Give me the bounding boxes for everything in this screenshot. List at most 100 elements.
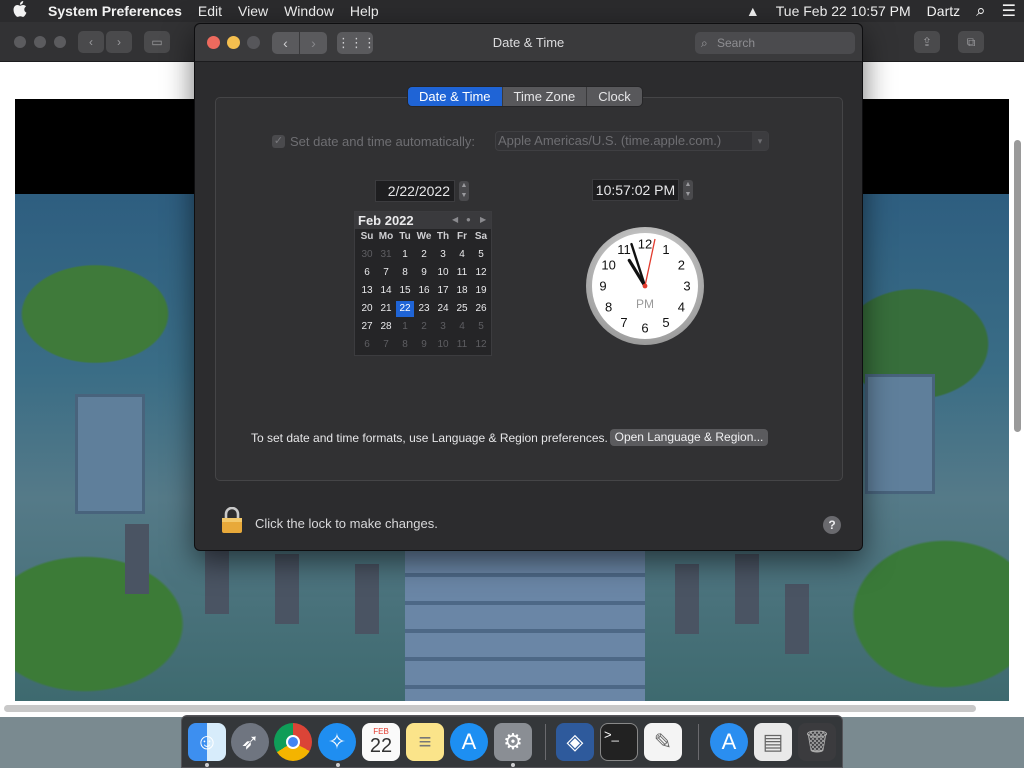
notes-icon[interactable]: ≡ xyxy=(406,723,444,761)
calendar-day[interactable]: 7 xyxy=(377,337,395,353)
calendar-day[interactable]: 10 xyxy=(434,337,452,353)
calendar-day[interactable]: 17 xyxy=(434,283,452,299)
search-field[interactable]: ⌕ Search xyxy=(695,32,855,54)
clock-center xyxy=(642,283,648,289)
villager-figure xyxy=(275,554,299,624)
system-preferences-icon[interactable]: ⚙ xyxy=(494,723,532,761)
calendar-day[interactable]: 4 xyxy=(453,319,471,335)
calendar-day[interactable]: 6 xyxy=(358,265,376,281)
calendar-day[interactable]: 8 xyxy=(396,265,414,281)
calendar-day[interactable]: 26 xyxy=(472,301,490,317)
terminal-icon[interactable]: >_ xyxy=(600,723,638,761)
open-language-region-button[interactable]: Open Language & Region... xyxy=(610,429,768,446)
calendar-day[interactable]: 20 xyxy=(358,301,376,317)
tab-time-zone[interactable]: Time Zone xyxy=(502,87,588,106)
apple-icon[interactable] xyxy=(0,0,40,22)
menubar-clock[interactable]: Tue Feb 22 10:57 PM xyxy=(768,3,919,19)
bg-forward-icon[interactable]: › xyxy=(106,31,132,53)
bg-back-icon[interactable]: ‹ xyxy=(78,31,104,53)
virtualbox-icon[interactable]: ◈ xyxy=(556,723,594,761)
finder-icon[interactable]: ☺ xyxy=(188,723,226,761)
next-month-icon[interactable]: ▶ xyxy=(480,215,486,224)
calendar-icon[interactable]: FEB 22 xyxy=(362,723,400,761)
calendar-day[interactable]: 1 xyxy=(396,247,414,263)
eject-icon[interactable]: ▲ xyxy=(738,3,768,19)
calendar-day[interactable]: 30 xyxy=(358,247,376,263)
calendar-day[interactable]: 4 xyxy=(453,247,471,263)
calendar-day[interactable]: 12 xyxy=(472,265,490,281)
bg-close-button[interactable] xyxy=(14,36,26,48)
app-store-download-icon[interactable]: A xyxy=(710,723,748,761)
today-icon[interactable]: ● xyxy=(466,215,471,224)
calendar-day[interactable]: 2 xyxy=(415,247,433,263)
calendar-day[interactable]: 18 xyxy=(453,283,471,299)
clock-number: 2 xyxy=(678,258,685,273)
calendar-day[interactable]: 31 xyxy=(377,247,395,263)
horizontal-scrollbar[interactable] xyxy=(4,705,976,712)
calendar-day[interactable]: 9 xyxy=(415,337,433,353)
weekday-header: We xyxy=(416,231,432,242)
calendar-day[interactable]: 15 xyxy=(396,283,414,299)
textedit-icon[interactable]: ✎ xyxy=(644,723,682,761)
calendar-day[interactable]: 5 xyxy=(472,319,490,335)
trash-icon[interactable]: 🗑 xyxy=(798,723,836,761)
calendar-day[interactable]: 19 xyxy=(472,283,490,299)
launchpad-icon[interactable]: ➶ xyxy=(231,723,269,761)
calendar-day[interactable]: 14 xyxy=(377,283,395,299)
calendar-day[interactable]: 13 xyxy=(358,283,376,299)
menu-view[interactable]: View xyxy=(230,3,276,19)
preview-icon[interactable]: ▤ xyxy=(754,723,792,761)
calendar-day[interactable]: 21 xyxy=(377,301,395,317)
menu-edit[interactable]: Edit xyxy=(190,3,230,19)
calendar-day[interactable]: 25 xyxy=(453,301,471,317)
calendar-day[interactable]: 9 xyxy=(415,265,433,281)
villager-figure xyxy=(785,584,809,654)
bg-zoom-button[interactable] xyxy=(54,36,66,48)
time-server-popup[interactable]: Apple Americas/U.S. (time.apple.com.) ▾ xyxy=(495,131,769,151)
calendar-day[interactable]: 8 xyxy=(396,337,414,353)
spotlight-icon[interactable]: ⌕ xyxy=(968,1,994,21)
menu-help[interactable]: Help xyxy=(342,3,387,19)
bg-share-icon[interactable]: ⇪ xyxy=(914,31,940,53)
calendar-day[interactable]: 27 xyxy=(358,319,376,335)
vertical-scrollbar[interactable] xyxy=(1014,140,1021,432)
menu-window[interactable]: Window xyxy=(276,3,342,19)
control-center-icon[interactable]: ☰ xyxy=(994,1,1024,21)
calendar-day[interactable]: 3 xyxy=(434,247,452,263)
calendar-day[interactable]: 24 xyxy=(434,301,452,317)
calendar-day[interactable]: 10 xyxy=(434,265,452,281)
calendar-day[interactable]: 22 xyxy=(396,301,414,317)
calendar-day[interactable]: 16 xyxy=(415,283,433,299)
calendar-day[interactable]: 1 xyxy=(396,319,414,335)
settings-panel xyxy=(215,97,843,481)
time-stepper[interactable]: ▲ ▼ xyxy=(683,180,693,200)
tab-date-time[interactable]: Date & Time xyxy=(408,87,503,106)
calendar-day[interactable]: 28 xyxy=(377,319,395,335)
calendar-day[interactable]: 12 xyxy=(472,337,490,353)
date-field[interactable]: 2/22/2022 xyxy=(375,180,455,202)
chrome-icon[interactable] xyxy=(274,723,312,761)
help-button[interactable]: ? xyxy=(823,516,841,534)
app-menu[interactable]: System Preferences xyxy=(40,3,190,19)
app-store-icon[interactable]: A xyxy=(450,723,488,761)
calendar-day[interactable]: 6 xyxy=(358,337,376,353)
auto-set-checkbox[interactable]: ✓ xyxy=(272,135,285,148)
safari-icon[interactable]: ✧ xyxy=(318,723,356,761)
time-field[interactable]: 10:57:02 PM xyxy=(592,179,679,201)
calendar-day[interactable]: 23 xyxy=(415,301,433,317)
calendar-day[interactable]: 5 xyxy=(472,247,490,263)
calendar-day[interactable]: 11 xyxy=(453,265,471,281)
calendar-day[interactable]: 2 xyxy=(415,319,433,335)
lock-icon[interactable] xyxy=(221,507,243,533)
clock-number: 3 xyxy=(683,279,690,294)
previous-month-icon[interactable]: ◀ xyxy=(452,215,458,224)
user-menu[interactable]: Dartz xyxy=(919,3,968,19)
calendar-day[interactable]: 11 xyxy=(453,337,471,353)
calendar-day[interactable]: 7 xyxy=(377,265,395,281)
bg-sidebar-icon[interactable]: ▭ xyxy=(144,31,170,53)
tab-clock[interactable]: Clock xyxy=(587,87,642,106)
bg-minimize-button[interactable] xyxy=(34,36,46,48)
calendar-day[interactable]: 3 xyxy=(434,319,452,335)
date-stepper[interactable]: ▲ ▼ xyxy=(459,181,469,201)
bg-tabs-icon[interactable]: ⧉ xyxy=(958,31,984,53)
